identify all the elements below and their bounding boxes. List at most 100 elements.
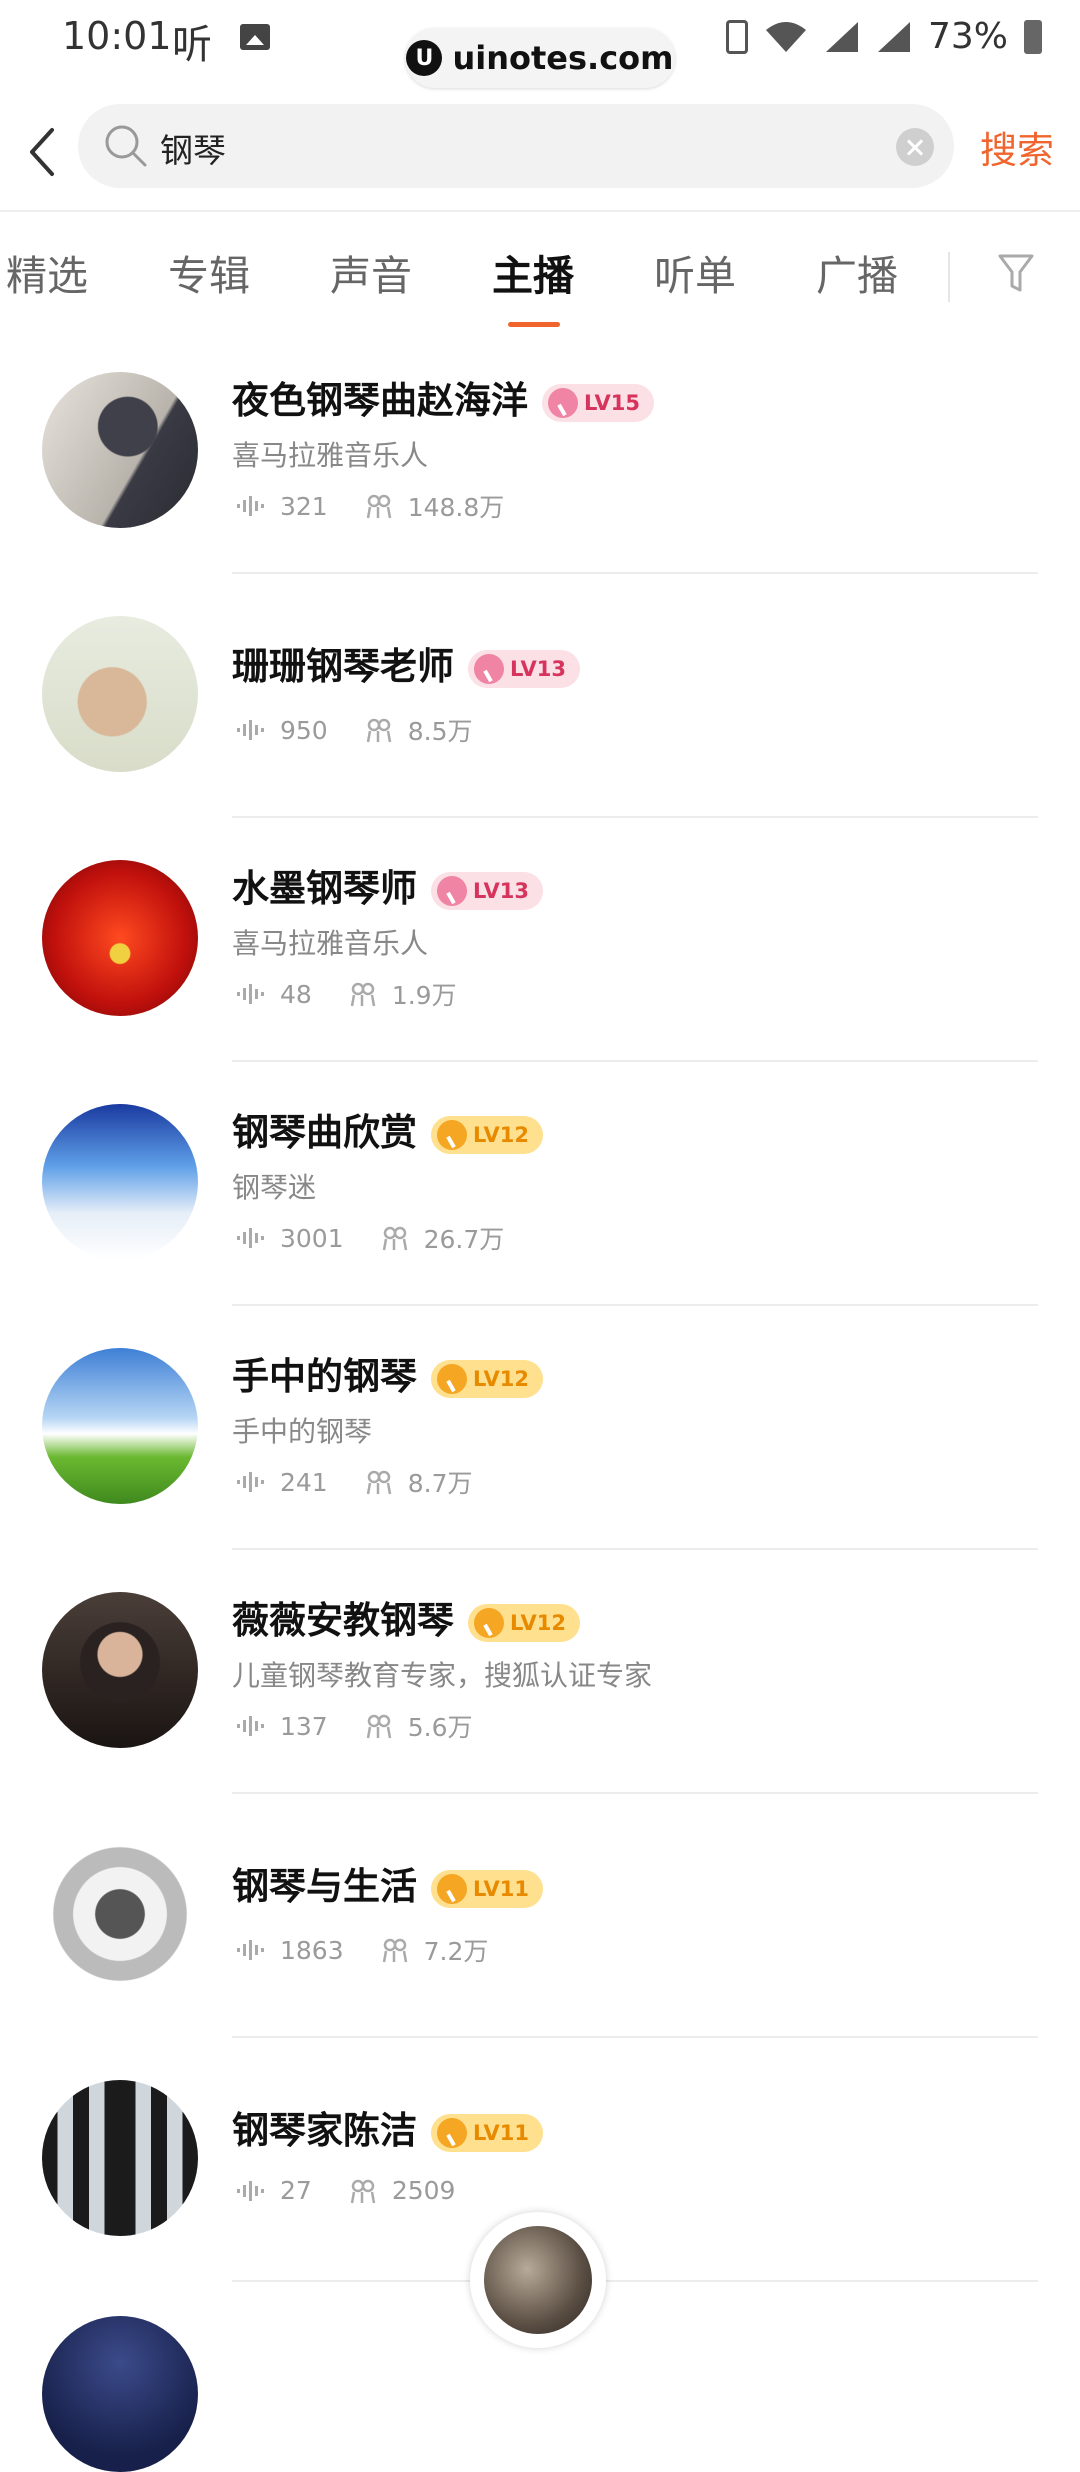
fans-count: 7.2万	[423, 1937, 489, 1966]
microphone-icon	[437, 1119, 467, 1150]
watermark-logo-icon: U	[406, 40, 443, 76]
level-text: LV15	[584, 390, 640, 415]
tab-anchors[interactable]: 主播	[492, 242, 574, 302]
anchor-description: 喜马拉雅音乐人	[232, 927, 429, 960]
tab-sounds[interactable]: 声音	[330, 242, 412, 302]
level-badge: LV13	[431, 871, 543, 910]
clear-icon[interactable]	[896, 128, 934, 166]
active-tab-indicator	[508, 322, 560, 327]
filter-icon[interactable]	[996, 252, 1036, 296]
anchor-row[interactable]: 珊珊钢琴老师 LV13 950 8.5万	[0, 574, 1080, 818]
signal-icon-2	[877, 21, 910, 52]
tab-separator	[948, 252, 950, 302]
microphone-icon	[437, 1363, 467, 1394]
fans-icon	[350, 982, 376, 1007]
anchor-stats: 950 8.5万	[236, 712, 472, 748]
anchor-row[interactable]: 钢琴曲欣赏 LV12 钢琴迷 3001 26.7万	[0, 1062, 1080, 1306]
pianist-photo-icon[interactable]	[42, 372, 198, 528]
battery-percent: 73%	[927, 16, 1008, 57]
row-divider	[232, 2280, 1038, 2282]
anchor-stats: 241 8.7万	[236, 1464, 472, 1500]
fans-count: 148.8万	[407, 493, 505, 522]
status-bar: 10:01 听 U uinotes.com 73%	[0, 0, 1080, 90]
tab-radio[interactable]: 广播	[816, 242, 898, 302]
anchor-name: 薇薇安教钢琴 LV12	[232, 1590, 580, 1644]
fans-count: 26.7万	[423, 1225, 505, 1254]
sound-wave-icon	[237, 984, 264, 1004]
anchor-description: 喜马拉雅音乐人	[232, 439, 429, 472]
pianist-woman-icon[interactable]	[42, 2080, 198, 2236]
fans-icon	[366, 718, 391, 743]
search-query-text[interactable]: 钢琴	[160, 124, 226, 172]
anchor-description: 手中的钢琴	[232, 1415, 373, 1448]
image-notification-icon	[240, 24, 270, 50]
anchor-stats: 1863 7.2万	[236, 1932, 488, 1968]
anchor-row[interactable]: 手中的钢琴 LV12 手中的钢琴 241 8.7万	[0, 1306, 1080, 1550]
level-badge: LV12	[431, 1359, 543, 1398]
level-badge: LV11	[431, 2113, 543, 2152]
piano-house-icon[interactable]	[42, 1348, 198, 1504]
anchor-name: 夜色钢琴曲赵海洋 LV15	[232, 370, 654, 424]
anchor-stats: 321 148.8万	[236, 488, 504, 524]
mini-player-button[interactable]	[470, 2212, 606, 2348]
anchor-name-text: 珊珊钢琴老师	[232, 645, 454, 688]
level-text: LV13	[510, 656, 566, 681]
sound-wave-icon	[237, 1472, 264, 1492]
search-input[interactable]: 钢琴	[78, 104, 954, 188]
tab-albums[interactable]: 专辑	[168, 242, 250, 302]
battery-icon	[1024, 19, 1042, 54]
track-count: 27	[280, 2176, 312, 2205]
woman-portrait-icon[interactable]	[42, 1592, 198, 1748]
track-count: 48	[280, 979, 312, 1009]
level-badge: LV11	[431, 1869, 543, 1908]
fans-icon	[366, 1714, 391, 1739]
coffee-cup-icon[interactable]	[42, 1836, 198, 1992]
anchor-row[interactable]: 水墨钢琴师 LV13 喜马拉雅音乐人 48 1.9万	[0, 818, 1080, 1062]
anchor-row[interactable]: 钢琴与生活 LV11 1863 7.2万	[0, 1794, 1080, 2038]
anchor-name: 水墨钢琴师 LV13	[232, 858, 543, 912]
track-count: 1863	[280, 1935, 344, 1965]
fans-count: 2509	[391, 2176, 456, 2205]
sound-wave-icon	[237, 1940, 264, 1960]
anchor-name-text: 夜色钢琴曲赵海洋	[232, 379, 528, 422]
anchor-row[interactable]: 夜色钢琴曲赵海洋 LV15 喜马拉雅音乐人 321 148.8万	[0, 330, 1080, 574]
anchor-description: 儿童钢琴教育专家，搜狐认证专家	[232, 1659, 653, 1692]
sound-wave-icon	[237, 2180, 264, 2201]
anchor-name-text: 水墨钢琴师	[232, 867, 417, 910]
fans-icon	[382, 1226, 407, 1251]
search-button[interactable]: 搜索	[980, 120, 1054, 174]
fans-count: 8.5万	[407, 717, 473, 746]
level-badge: LV15	[542, 383, 654, 422]
fans-count: 1.9万	[391, 981, 457, 1010]
anchor-name: 手中的钢琴 LV12	[232, 1346, 543, 1400]
microphone-icon	[548, 387, 578, 418]
wifi-icon	[765, 21, 806, 52]
anchor-row[interactable]: 薇薇安教钢琴 LV12 儿童钢琴教育专家，搜狐认证专家 137 5.6万	[0, 1550, 1080, 1794]
microphone-icon	[474, 1607, 504, 1638]
fans-count: 5.6万	[407, 1713, 473, 1742]
tab-featured[interactable]: 精选	[6, 242, 88, 302]
level-badge: LV12	[431, 1115, 543, 1154]
back-arrow-icon[interactable]	[22, 122, 62, 182]
anchor-stats: 48 1.9万	[236, 976, 457, 1012]
anchor-name: 钢琴与生活 LV11	[232, 1856, 543, 1910]
tab-playlists[interactable]: 听单	[654, 242, 736, 302]
track-count: 3001	[280, 1223, 344, 1253]
anchor-name-text: 钢琴家陈洁	[232, 2109, 417, 2152]
sound-wave-icon	[237, 1228, 264, 1248]
level-text: LV11	[473, 1876, 529, 1901]
level-badge: LV13	[468, 649, 580, 688]
sound-wave-icon	[237, 496, 264, 516]
hands-photo-icon[interactable]	[42, 616, 198, 772]
sound-wave-icon	[237, 1716, 264, 1736]
ting-app-icon: 听	[172, 22, 212, 68]
next-avatar-partial[interactable]	[42, 2316, 198, 2472]
level-text: LV11	[473, 2120, 529, 2145]
anchor-name-text: 钢琴与生活	[232, 1865, 417, 1908]
vibrate-icon	[725, 19, 748, 54]
level-text: LV12	[473, 1366, 529, 1391]
search-header: 钢琴 搜索	[0, 100, 1080, 210]
level-text: LV12	[473, 1122, 529, 1147]
red-abstract-icon[interactable]	[42, 860, 198, 1016]
sky-piano-icon[interactable]	[42, 1104, 198, 1260]
